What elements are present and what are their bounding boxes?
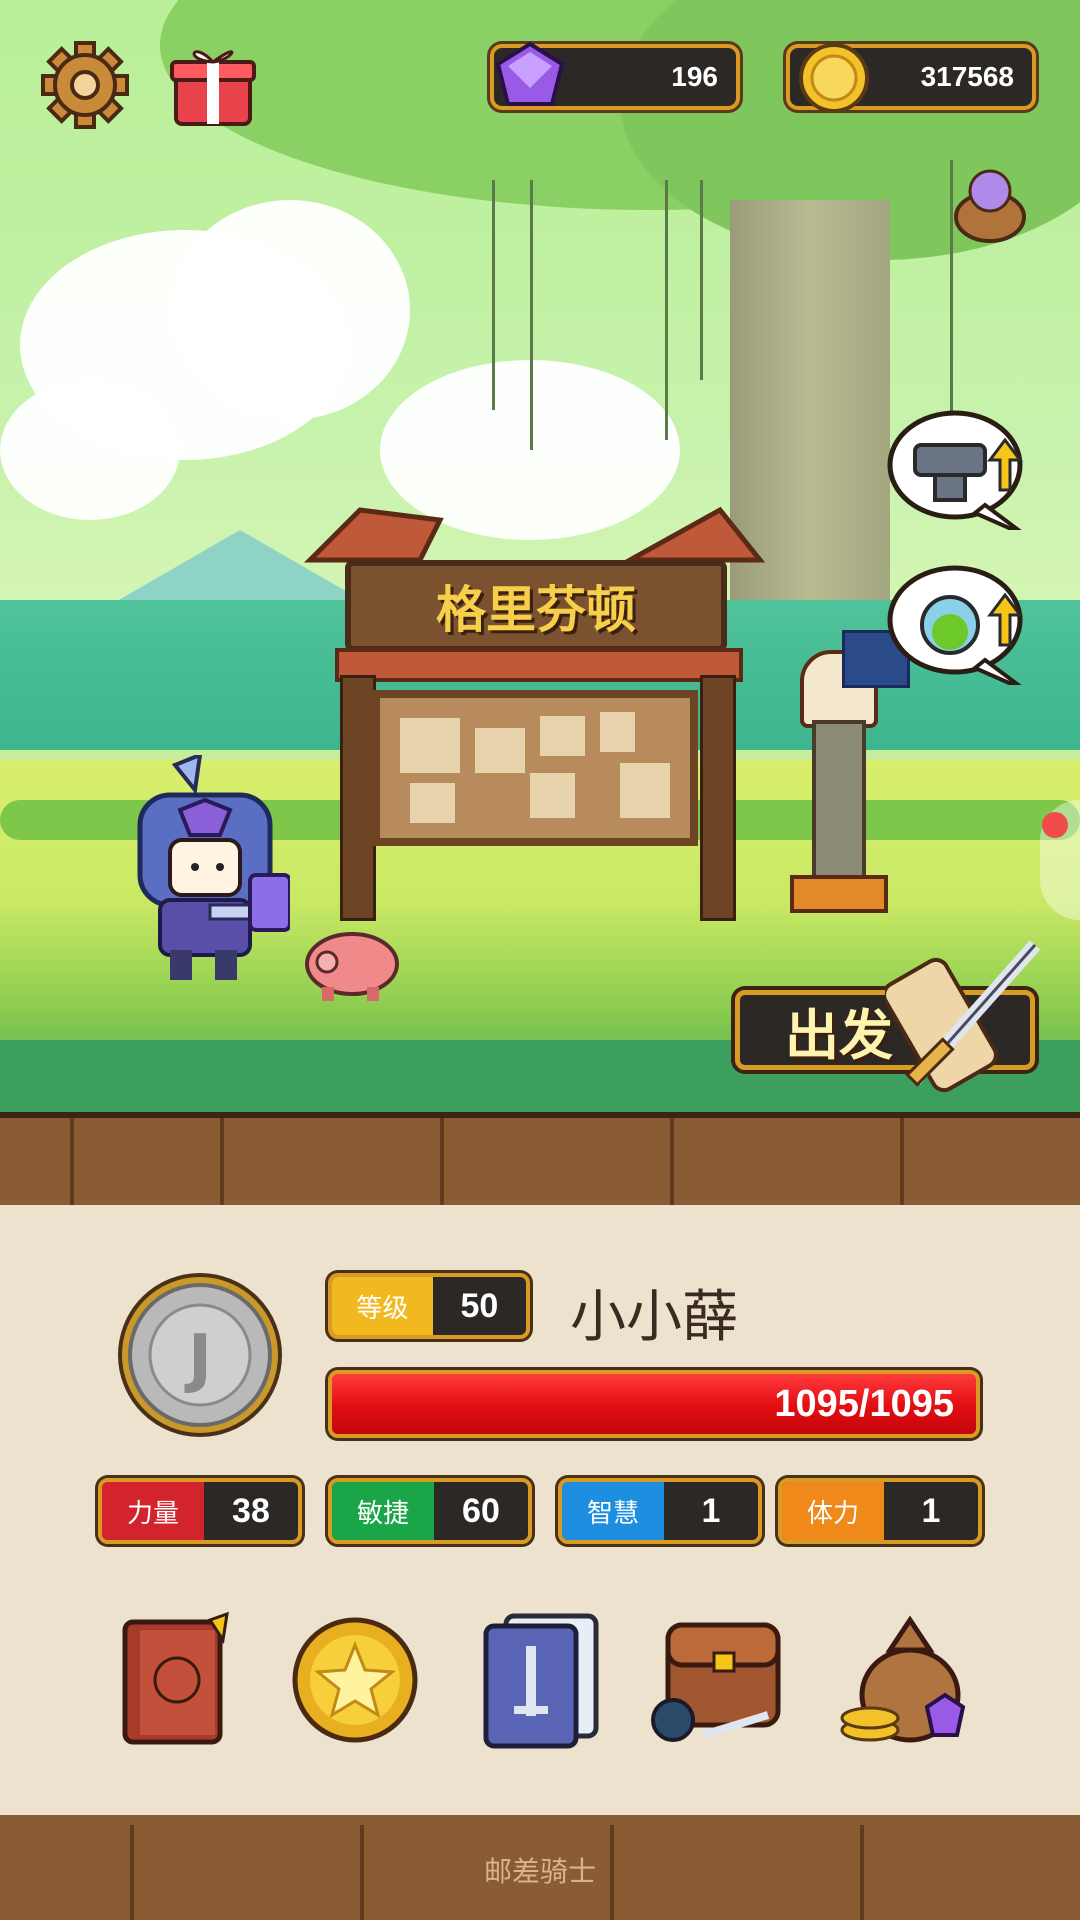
town-name-sign: 格里芬顿 <box>345 560 727 652</box>
skill-cards-icon <box>483 1613 599 1749</box>
griffin-statue[interactable] <box>790 650 888 913</box>
potion-upgrade-button[interactable] <box>885 560 1035 692</box>
stat-label: 体力 <box>782 1482 884 1540</box>
pig-pet[interactable] <box>302 922 402 1002</box>
gem-icon <box>490 38 570 118</box>
coin-icon <box>796 40 872 116</box>
backpack-button[interactable] <box>648 1605 798 1750</box>
game-title-footer: 邮差骑士 <box>483 1856 596 1887</box>
backpack-icon <box>651 1622 781 1742</box>
gear-icon <box>41 41 129 129</box>
gem-count: 196 <box>671 61 718 92</box>
stat-label: 敏捷 <box>332 1482 434 1540</box>
settings-button[interactable] <box>40 40 130 130</box>
coin-count: 317568 <box>920 61 1014 92</box>
quest-board[interactable] <box>372 690 698 846</box>
treasure-bag-icon <box>840 1615 966 1743</box>
star-coin-icon <box>292 1617 418 1743</box>
stat-value: 38 <box>232 1491 270 1530</box>
hero-name: 小小薛 <box>570 1285 738 1350</box>
dirt-divider <box>0 1112 1080 1218</box>
gift-icon <box>170 50 256 126</box>
stat-wisdom: 智慧 1 <box>558 1478 762 1544</box>
stat-value: 60 <box>462 1491 500 1530</box>
crystal-bag-icon[interactable] <box>950 165 1030 245</box>
stat-label: 智慧 <box>562 1482 664 1540</box>
treasure-bag-button[interactable] <box>835 1610 975 1750</box>
level-badge: 等级 50 <box>328 1273 530 1339</box>
notification-dot <box>1042 812 1068 838</box>
hp-text: 1095/1095 <box>774 1382 954 1425</box>
hp-bar: 1095/1095 <box>328 1370 980 1438</box>
scroll-sword-icon[interactable] <box>882 935 1045 1100</box>
notice-board[interactable]: 格里芬顿 <box>300 500 770 921</box>
svg-text:J: J <box>184 1322 212 1396</box>
town-name: 格里芬顿 <box>436 582 636 638</box>
depart-label: 出发 <box>785 1005 893 1066</box>
town-scene: 格里芬顿 出发 <box>0 0 1080 1115</box>
stats-row: 力量 38 敏捷 60 智慧 1 体力 1 <box>98 1478 982 1548</box>
stat-value: 1 <box>921 1491 941 1530</box>
level-value: 50 <box>460 1286 499 1325</box>
hero-book-button[interactable] <box>115 1610 235 1750</box>
level-label: 等级 <box>332 1277 433 1335</box>
hero-book-icon <box>122 1611 229 1745</box>
forge-upgrade-button[interactable] <box>885 405 1035 537</box>
stat-agility: 敏捷 60 <box>328 1478 532 1544</box>
stat-stamina: 体力 1 <box>778 1478 982 1544</box>
star-coin-button[interactable] <box>290 1615 420 1745</box>
gift-button[interactable] <box>168 40 258 130</box>
skill-cards-button[interactable] <box>478 1610 603 1750</box>
knight-character[interactable] <box>120 751 292 985</box>
stat-label: 力量 <box>102 1482 204 1540</box>
stat-value: 1 <box>701 1491 721 1530</box>
rank-medal-icon[interactable]: J <box>115 1270 285 1440</box>
stat-strength: 力量 38 <box>98 1478 302 1544</box>
